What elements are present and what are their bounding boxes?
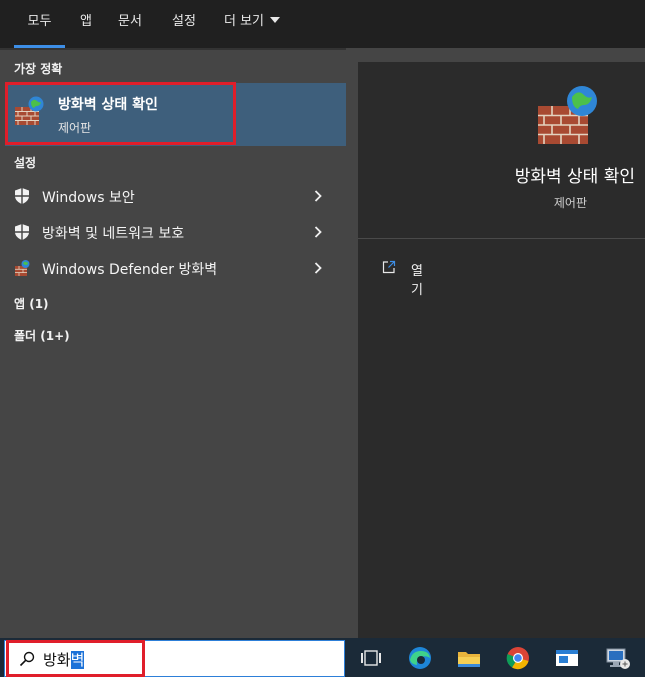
search-tabs: 모두 앱 문서 설정 더 보기 <box>0 0 645 48</box>
file-explorer-icon[interactable] <box>454 644 484 672</box>
shield-icon <box>15 224 29 240</box>
folders-header[interactable]: 폴더 (1+) <box>14 327 70 344</box>
divider <box>358 238 645 239</box>
tab-more[interactable]: 더 보기 <box>218 0 286 48</box>
chrome-icon[interactable] <box>503 644 533 672</box>
tab-all[interactable]: 모두 <box>14 0 65 48</box>
shield-icon <box>15 188 29 204</box>
tab-settings[interactable]: 설정 <box>164 0 204 48</box>
network-pc-icon[interactable] <box>603 644 633 672</box>
settings-item-firewall-network[interactable]: 방화벽 및 네트워크 보호 <box>0 214 346 250</box>
preview-pane: 방화벽 상태 확인 제어판 열기 <box>358 62 645 638</box>
highlight-search-box <box>6 640 145 677</box>
tab-documents[interactable]: 문서 <box>110 0 150 48</box>
firewall-icon <box>538 86 597 144</box>
chevron-down-icon <box>270 17 280 23</box>
highlight-best-match <box>5 82 236 145</box>
settings-item-label: Windows Defender 방화벽 <box>42 262 218 278</box>
settings-header: 설정 <box>14 156 37 170</box>
best-match-header: 가장 정확 <box>14 62 63 76</box>
task-view-icon[interactable] <box>356 644 386 672</box>
chevron-right-icon <box>314 262 322 274</box>
firewall-icon <box>15 260 30 276</box>
open-action-label: 열기 <box>411 264 423 298</box>
tab-apps[interactable]: 앱 <box>74 0 98 48</box>
edge-icon[interactable] <box>405 644 435 672</box>
settings-item-label: Windows 보안 <box>42 190 135 206</box>
apps-header[interactable]: 앱 (1) <box>14 295 49 312</box>
preview-title: 방화벽 상태 확인 <box>514 167 635 187</box>
settings-item-label: 방화벽 및 네트워크 보호 <box>42 226 185 242</box>
open-icon <box>382 260 396 274</box>
settings-item-defender-firewall[interactable]: Windows Defender 방화벽 <box>0 250 346 286</box>
chevron-right-icon <box>314 190 322 202</box>
chevron-right-icon <box>314 226 322 238</box>
window-app-icon[interactable] <box>552 644 582 672</box>
preview-subtitle: 제어판 <box>553 196 587 210</box>
settings-item-windows-security[interactable]: Windows 보안 <box>0 178 346 214</box>
